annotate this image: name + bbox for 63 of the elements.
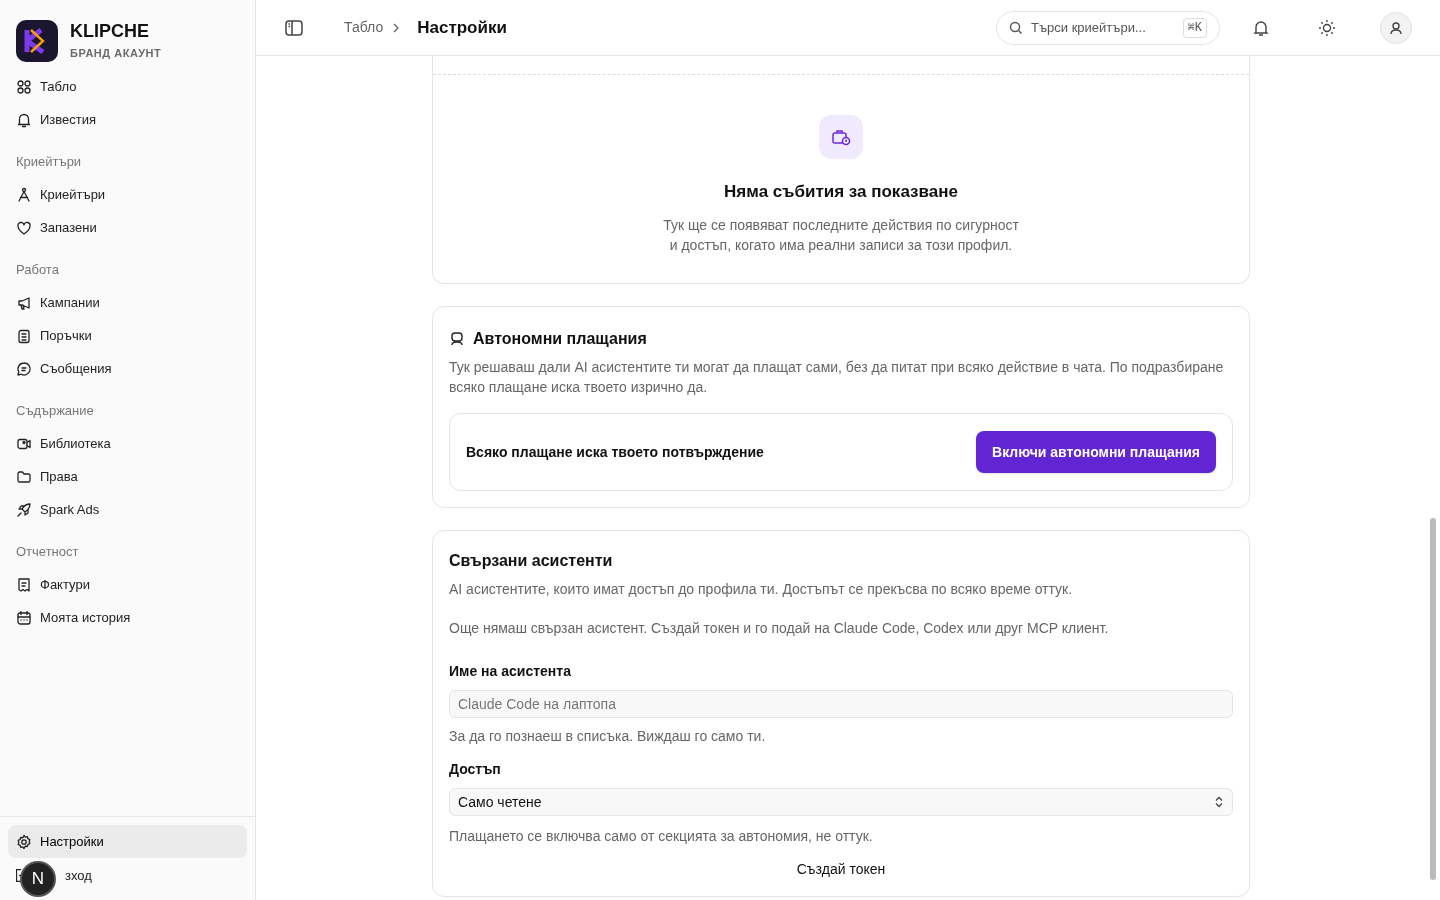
settings-icon	[16, 833, 32, 850]
nav-item[interactable]: Библиотека	[8, 427, 247, 460]
nav-item[interactable]: Фактури	[8, 568, 247, 601]
nav-item[interactable]: Криейтъри	[8, 178, 247, 211]
page-title: Настройки	[417, 16, 507, 39]
access-select[interactable]: Само четене	[449, 788, 1233, 816]
empty-state-text: Тук ще се появяват последните действия по сигурност и достъп, когато има реални записи за този профил.	[663, 215, 1019, 255]
folder-icon	[16, 468, 32, 485]
avatar-badge[interactable]: N	[20, 861, 56, 897]
nav-item[interactable]: Моята история	[8, 601, 247, 634]
field-hint: Плащането се включва само от секцията за автономия, не оттук.	[449, 827, 874, 846]
empty-state-title: Няма събития за показване	[724, 181, 958, 203]
nav-item[interactable]: зход	[57, 859, 247, 892]
theme-toggle-icon[interactable]	[1318, 18, 1336, 37]
chat-icon	[16, 360, 32, 377]
dashboard-icon	[16, 78, 32, 95]
status-text: Всяко плащане иска твоето потвърждение	[466, 442, 764, 462]
field-label: Име на асистента	[449, 662, 572, 681]
nav-section-heading: Работа	[15, 261, 60, 280]
field-label: Достъп	[449, 760, 502, 779]
card-description: Тук решаваш дали AI асистентите ти могат да плащат сами, без да питат при всяко действие в чата. По подразбиране всяко плащане иска твоето изрично да.	[449, 358, 1225, 397]
nav-item[interactable]: Известия	[8, 103, 247, 136]
select-chevrons-icon	[1214, 796, 1224, 808]
nav-item[interactable]: Поръчки	[8, 319, 247, 352]
nav-item[interactable]: Кампании	[8, 286, 247, 319]
sidebar-toggle-icon[interactable]	[284, 17, 304, 38]
bell-icon	[16, 111, 32, 128]
brand-name: KLIPCHE	[70, 20, 150, 41]
megaphone-icon	[16, 294, 32, 311]
user-icon	[1389, 20, 1403, 35]
nav-item[interactable]: Настройки	[8, 825, 247, 858]
create-token-button[interactable]: Създай токен	[784, 857, 898, 882]
nav-section-heading: Криейтъри	[15, 153, 83, 172]
nav-item[interactable]: Съобщения	[8, 352, 247, 385]
field-hint: За да го познаеш в списъка. Виждаш го само ти.	[449, 727, 767, 746]
briefcase-clock-icon	[831, 127, 851, 147]
calendar-icon	[16, 609, 32, 626]
search-placeholder: Търси криейтъри...	[1031, 18, 1147, 37]
search-icon	[1009, 20, 1023, 35]
nav-item[interactable]: Права	[8, 460, 247, 493]
robot-icon	[449, 331, 465, 347]
nav-item[interactable]: Запазени	[8, 211, 247, 244]
clipboard-icon	[16, 327, 32, 344]
rocket-icon	[16, 501, 32, 518]
nav-section-heading: Съдържание	[15, 402, 95, 421]
receipt-icon	[16, 576, 32, 593]
user-avatar[interactable]	[1380, 11, 1412, 44]
nav-item[interactable]: Табло	[8, 70, 247, 103]
compass-icon	[16, 186, 32, 203]
nav-item[interactable]: Spark Ads	[8, 493, 247, 526]
brand-subtitle: БРАНД АКАУНТ	[70, 45, 162, 61]
card-title: Автономни плащания	[473, 329, 647, 349]
heart-icon	[16, 219, 32, 236]
assistant-name-field[interactable]: Claude Code на лаптопа	[449, 690, 1233, 718]
nav-section-heading: Отчетност	[15, 543, 80, 562]
enable-autonomous-payments-button[interactable]: Включи автономни плащания	[976, 431, 1216, 473]
shortcut-hint: ⌘K	[1182, 17, 1207, 38]
brand-logo-icon	[16, 20, 58, 62]
card-title: Свързани асистенти	[449, 551, 614, 571]
card-description: AI асистентите, които имат достъп до профила ти. Достъпът се прекъсва по всяко време оттук.	[449, 580, 1074, 599]
notifications-icon[interactable]	[1252, 18, 1270, 37]
empty-state-text: Още нямаш свързан асистент. Създай токен и го подай на Claude Code, Codex или друг MCP клиент.	[449, 619, 1110, 638]
breadcrumb-link[interactable]: Табло	[344, 17, 384, 38]
